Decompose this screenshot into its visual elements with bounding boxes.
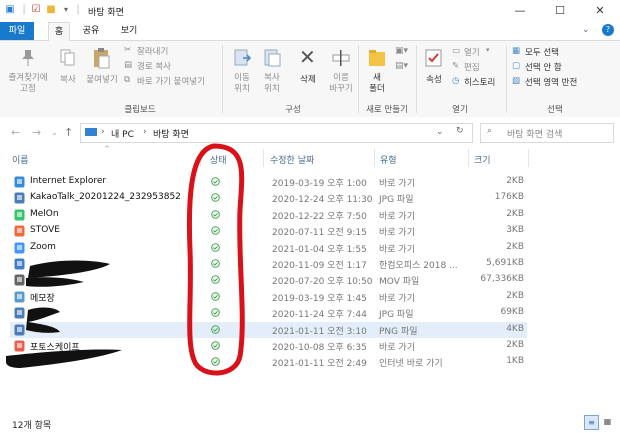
redaction-scribble [26,307,60,333]
red-annotation-circle [186,143,245,376]
redaction-scribble [6,349,122,368]
redaction-scribble [28,260,110,278]
annotation-layer [6,143,245,376]
redaction-scribble [26,277,84,287]
